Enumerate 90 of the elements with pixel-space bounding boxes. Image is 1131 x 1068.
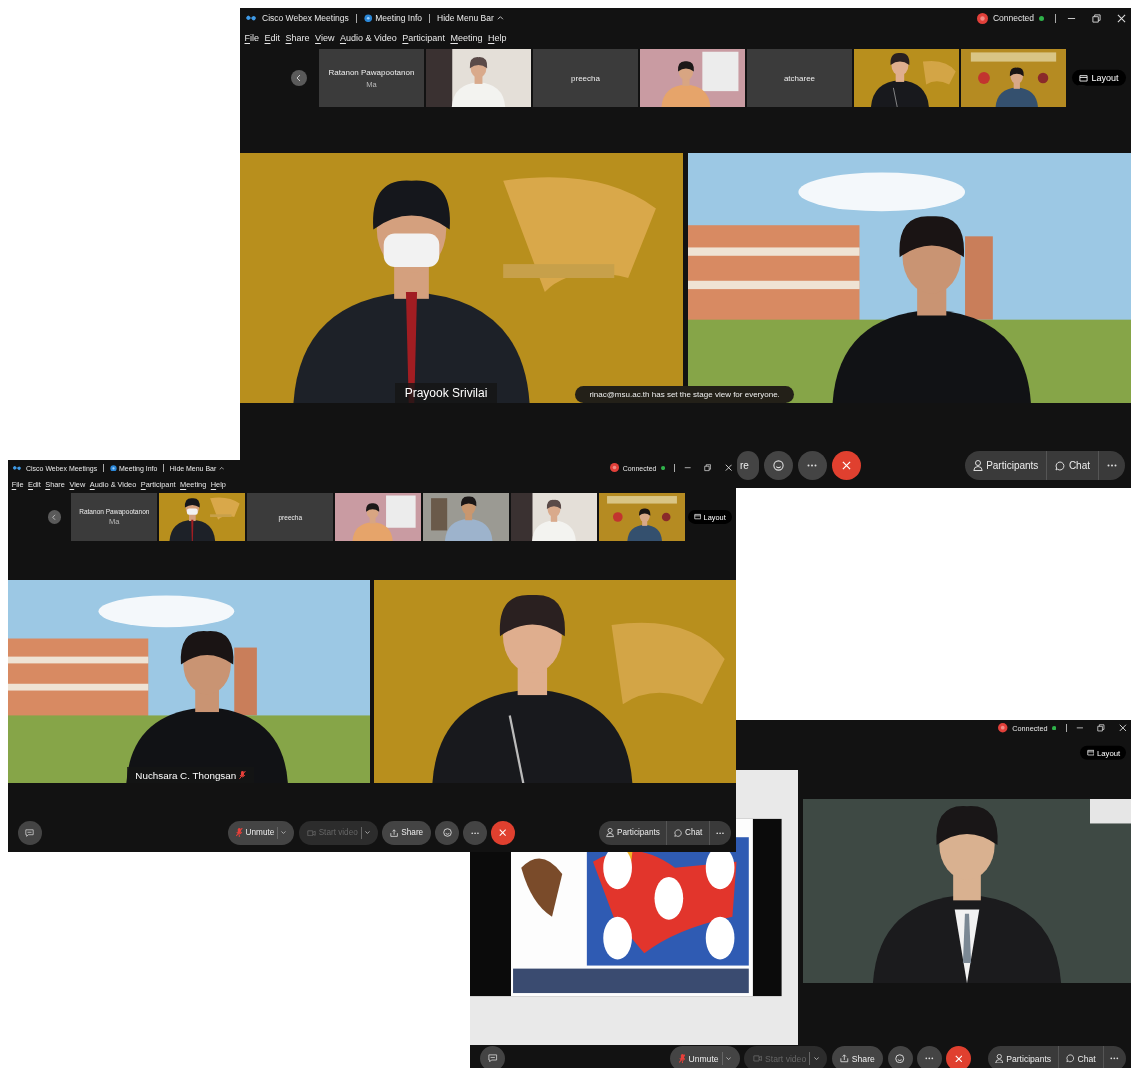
- chat-icon: [673, 828, 683, 838]
- end-call-button[interactable]: [946, 1046, 972, 1068]
- camera-icon: [752, 1055, 763, 1062]
- caret-icon: [496, 15, 504, 21]
- reactions-button[interactable]: [763, 451, 793, 480]
- person-icon: [994, 1053, 1004, 1064]
- status-dot-icon: [660, 465, 665, 471]
- previous-button[interactable]: [48, 510, 62, 524]
- share-button[interactable]: re: [737, 451, 759, 480]
- end-call-button[interactable]: [491, 821, 515, 845]
- info-icon: [109, 464, 117, 472]
- more-icon: [1107, 464, 1117, 467]
- more-icon: [716, 831, 725, 835]
- chat-icon: [1055, 460, 1066, 471]
- more-icon: [807, 464, 818, 467]
- menu-item[interactable]: Meeting: [450, 33, 483, 43]
- menu-item[interactable]: Help: [487, 33, 507, 43]
- chat-button[interactable]: Chat: [666, 821, 709, 845]
- close-icon[interactable]: [724, 464, 732, 472]
- restore-icon[interactable]: [1092, 13, 1101, 23]
- layout-icon: [1079, 73, 1089, 83]
- participants-button[interactable]: Participants: [599, 821, 667, 845]
- captions-button[interactable]: [17, 821, 42, 845]
- more-icon: [1110, 1057, 1119, 1060]
- captions-button[interactable]: [480, 1046, 506, 1068]
- caret-icon: [281, 831, 287, 835]
- unmute-button[interactable]: Unmute: [228, 821, 295, 845]
- info-icon: [363, 13, 373, 23]
- person-icon: [606, 828, 615, 838]
- unmute-button[interactable]: Unmute: [670, 1046, 740, 1068]
- share-button[interactable]: Share: [382, 821, 432, 845]
- chevron-left-icon: [51, 513, 58, 521]
- logo-icon: [12, 463, 22, 473]
- share-button[interactable]: Share: [831, 1046, 884, 1068]
- restore-icon[interactable]: [704, 464, 712, 472]
- captions-icon: [25, 828, 35, 838]
- reactions-button[interactable]: [435, 821, 460, 845]
- menu-item[interactable]: Share: [285, 33, 310, 43]
- muted-mic-icon: [236, 828, 243, 838]
- captions-icon: [488, 1054, 498, 1063]
- menu-item[interactable]: View: [315, 33, 335, 43]
- restore-icon[interactable]: [1097, 724, 1106, 732]
- end-call-button[interactable]: [831, 451, 861, 480]
- app-title: Cisco Webex Meetings: [262, 13, 349, 23]
- menu-item[interactable]: Audio & Video: [339, 33, 397, 43]
- previous-button[interactable]: [291, 70, 307, 86]
- reactions-button[interactable]: [887, 1046, 913, 1068]
- logo-icon: [245, 13, 257, 23]
- layout-button[interactable]: Layout: [1072, 69, 1126, 87]
- close-icon: [841, 461, 851, 470]
- chat-button[interactable]: Chat: [1046, 451, 1098, 480]
- share-icon: [840, 1054, 849, 1063]
- caret-icon: [364, 831, 370, 835]
- more-icon: [471, 831, 480, 835]
- menu-item[interactable]: File: [244, 33, 259, 43]
- participants-button[interactable]: Participants: [987, 1046, 1058, 1068]
- chat-button[interactable]: Chat: [1058, 1046, 1103, 1068]
- smiley-icon: [442, 828, 452, 838]
- person-icon: [972, 460, 983, 471]
- participants-button[interactable]: Participants: [964, 451, 1047, 480]
- caret-icon: [813, 1056, 819, 1061]
- close-icon: [954, 1054, 963, 1063]
- camera-icon: [306, 829, 316, 837]
- status-dot-icon: [1039, 15, 1044, 21]
- participant-tile[interactable]: preecha: [533, 49, 638, 107]
- recording-icon: [998, 723, 1008, 733]
- caret-icon: [218, 465, 225, 471]
- notification-toast: rinac@msu.ac.th has set the stage view for everyone.: [575, 386, 795, 403]
- status-dot-icon: [1051, 725, 1057, 731]
- participant-tile[interactable]: atcharee: [747, 49, 852, 107]
- close-icon[interactable]: [1118, 724, 1127, 732]
- hide-menu-bar-button[interactable]: Hide Menu Bar: [437, 13, 504, 23]
- menu-item[interactable]: Participant: [402, 33, 445, 43]
- meeting-info-button[interactable]: Meeting Info: [363, 13, 423, 23]
- smiley-icon: [895, 1053, 905, 1064]
- smiley-icon: [772, 460, 784, 471]
- close-icon: [499, 829, 507, 837]
- more-icon: [925, 1057, 934, 1060]
- name-label: Prayook Srivilai: [395, 383, 497, 403]
- layout-icon: [1086, 749, 1095, 757]
- recording-icon: [976, 12, 988, 24]
- menu-item[interactable]: Edit: [264, 33, 281, 43]
- recording-icon: [609, 463, 619, 473]
- connection-status: Connected: [992, 13, 1034, 23]
- chat-icon: [1065, 1054, 1075, 1063]
- chevron-left-icon: [295, 74, 303, 82]
- caret-icon: [726, 1056, 732, 1061]
- muted-mic-icon: [678, 1053, 686, 1064]
- close-icon[interactable]: [1117, 13, 1126, 23]
- share-icon: [390, 828, 399, 838]
